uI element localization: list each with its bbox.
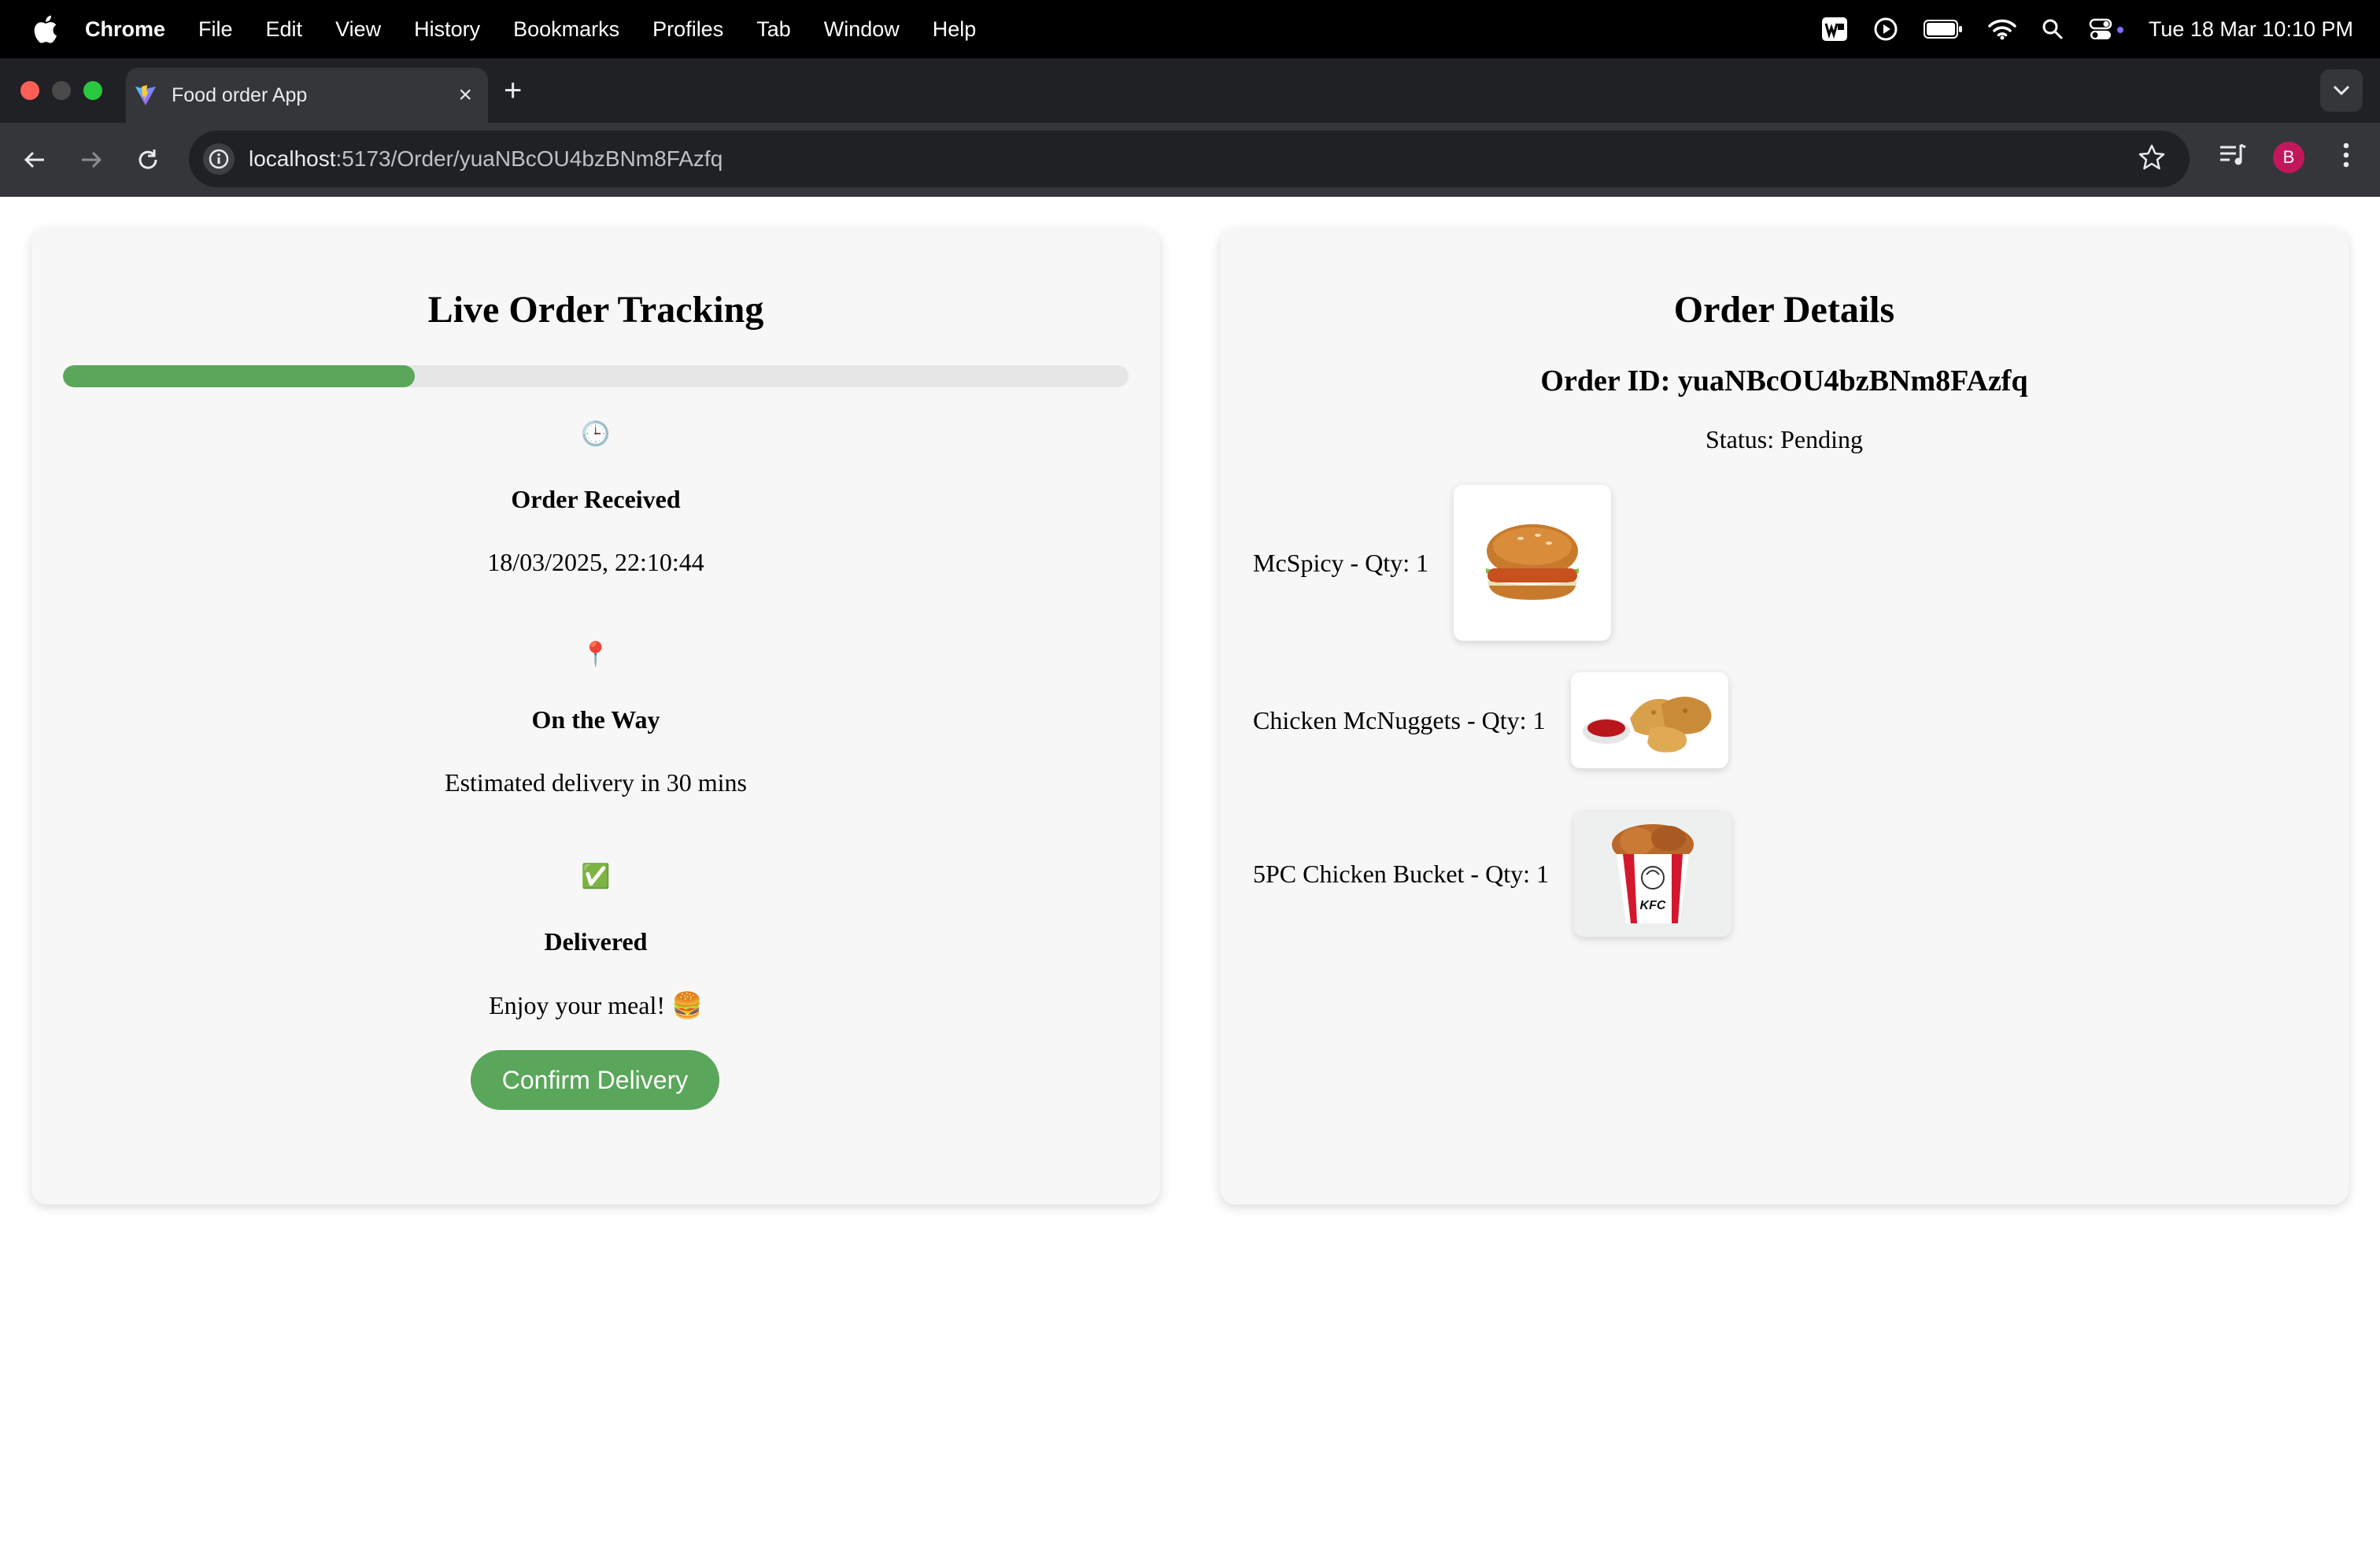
tab-search-button[interactable] (2320, 69, 2363, 112)
more-vertical-icon (2343, 142, 2349, 168)
clock-icon: 🕒 (581, 420, 611, 448)
kfc-brand-text: KFC (1640, 899, 1666, 912)
chicken-bucket-image: KFC (1573, 811, 1731, 937)
step-on-the-way-title: On the Way (531, 705, 660, 734)
media-controls-button[interactable] (2218, 142, 2248, 168)
check-mark-icon: ✅ (581, 863, 611, 890)
order-item: McSpicy - Qty: 1 (1253, 485, 1612, 641)
menu-history[interactable]: History (414, 17, 480, 42)
music-queue-icon (2220, 143, 2246, 165)
order-tracking-card: Live Order Tracking 🕒 Order Received 18/… (31, 228, 1160, 1204)
tracking-title: Live Order Tracking (427, 289, 764, 331)
progress-bar (63, 365, 1129, 387)
order-item-label: McSpicy - Qty: 1 (1253, 548, 1429, 577)
status-area: Tue 18 Mar 10:10 PM (1796, 0, 2353, 58)
info-icon (209, 149, 229, 169)
vite-favicon-icon (135, 85, 156, 105)
tab-close-icon[interactable]: × (458, 82, 472, 109)
back-button[interactable] (19, 144, 50, 176)
browser-tab-active[interactable]: Food order App × (126, 68, 488, 123)
order-item-label: 5PC Chicken Bucket - Qty: 1 (1253, 859, 1549, 888)
arrow-left-icon (24, 151, 44, 168)
battery-icon[interactable] (1923, 19, 1963, 39)
order-status: Status: Pending (1705, 425, 1863, 453)
order-id: Order ID: yuaNBcOU4bzBNm8FAzfq (1540, 364, 2028, 398)
menu-edit[interactable]: Edit (266, 17, 303, 42)
spotlight-search-icon[interactable] (2042, 18, 2064, 40)
location-pin-icon: 📍 (581, 641, 611, 668)
menu-app-chrome[interactable]: Chrome (85, 17, 165, 42)
step-order-received-time: 18/03/2025, 22:10:44 (487, 548, 704, 576)
url-path: :5173/Order/yuaNBcOU4bzBNm8FAzfq (335, 146, 723, 171)
profile-button[interactable]: B (2273, 142, 2304, 173)
forward-button[interactable] (76, 144, 107, 176)
window-zoom-button[interactable] (83, 81, 102, 100)
window-minimize-button[interactable] (52, 81, 71, 100)
order-details-title: Order Details (1673, 289, 1895, 331)
menu-window[interactable]: Window (824, 17, 900, 42)
menu-help[interactable]: Help (933, 17, 977, 42)
confirm-delivery-button[interactable]: Confirm Delivery (471, 1050, 719, 1110)
apple-logo-icon[interactable] (31, 13, 58, 45)
step-on-the-way-text: Estimated delivery in 30 mins (445, 768, 747, 797)
bookmark-star-icon[interactable] (2138, 143, 2166, 172)
menubar-clock[interactable]: Tue 18 Mar 10:10 PM (2149, 17, 2353, 42)
window-close-button[interactable] (20, 81, 39, 100)
menu-view[interactable]: View (335, 17, 381, 42)
arrow-right-icon (82, 151, 102, 168)
new-tab-button[interactable]: + (504, 72, 522, 109)
menu-file[interactable]: File (198, 17, 233, 42)
step-order-received-title: Order Received (511, 485, 681, 513)
control-center-icon[interactable] (2089, 17, 2125, 41)
nuggets-image (1570, 672, 1728, 768)
menu-tab[interactable]: Tab (756, 17, 791, 42)
menu-bookmarks[interactable]: Bookmarks (513, 17, 619, 42)
avatar: B (2273, 142, 2304, 173)
reload-icon (139, 150, 157, 169)
step-delivered-text: Enjoy your meal! 🍔 (489, 991, 703, 1019)
menu-profiles[interactable]: Profiles (652, 17, 723, 42)
wps-icon[interactable] (1821, 17, 1848, 42)
step-delivered-title: Delivered (544, 927, 648, 956)
wifi-icon[interactable] (1988, 18, 2016, 40)
url-text: localhost:5173/Order/yuaNBcOU4bzBNm8FAzf… (249, 146, 722, 172)
chevron-down-icon (2333, 85, 2350, 96)
order-details-card: Order Details Order ID: yuaNBcOU4bzBNm8F… (1220, 228, 2349, 1204)
site-info-button[interactable] (203, 143, 235, 175)
address-bar[interactable]: localhost:5173/Order/yuaNBcOU4bzBNm8FAzf… (189, 131, 2190, 187)
tab-title: Food order App (172, 83, 308, 106)
order-item-label: Chicken McNuggets - Qty: 1 (1253, 705, 1546, 734)
progress-bar-fill (63, 365, 415, 387)
url-host: localhost (249, 146, 336, 171)
burger-image (1454, 485, 1612, 641)
reload-button[interactable] (132, 144, 164, 176)
macos-menu-bar: Chrome File Edit View History Bookmarks … (0, 0, 2380, 58)
order-item: Chicken McNuggets - Qty: 1 (1253, 672, 1728, 768)
play-circle-icon[interactable] (1873, 17, 1898, 42)
chrome-menu-button[interactable] (2334, 142, 2358, 168)
order-item: 5PC Chicken Bucket - Qty: 1 KFC (1253, 811, 1731, 937)
